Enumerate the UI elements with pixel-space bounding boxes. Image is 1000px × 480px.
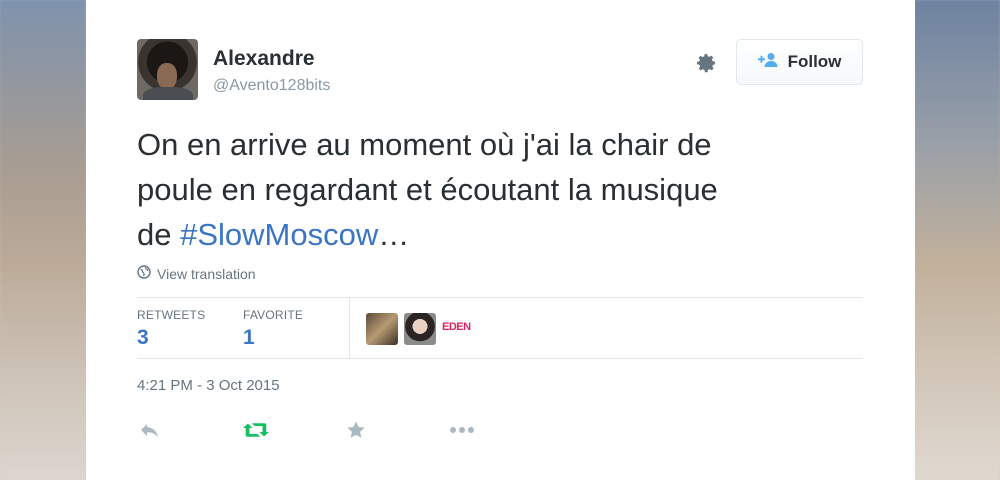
reply-icon[interactable]: [137, 418, 163, 442]
avatar[interactable]: [137, 39, 198, 100]
follow-button[interactable]: Follow: [736, 39, 863, 85]
retweets-count[interactable]: 3: [137, 326, 149, 350]
user-handle[interactable]: @Avento128bits: [213, 77, 330, 95]
favoriter-avatar-3[interactable]: EDEN: [442, 318, 474, 336]
retweet-icon[interactable]: [243, 418, 269, 442]
tweet-text: On en arrive au moment où j'ai la chair …: [137, 122, 837, 257]
favorites-label[interactable]: FAVORITE: [243, 308, 303, 322]
follow-label: Follow: [787, 52, 842, 71]
globe-icon: [137, 265, 151, 282]
timestamp[interactable]: 4:21 PM - 3 Oct 2015: [137, 377, 280, 394]
favoriter-avatar-1[interactable]: [366, 313, 398, 345]
avatar-shirt: [143, 87, 193, 100]
background-right: [914, 0, 1000, 480]
tweet-card: Alexandre @Avento128bits Follow On en ar…: [86, 0, 915, 480]
tweet-line-3: de #SlowMoscow…: [137, 212, 837, 257]
tweet-line-3-prefix: de: [137, 217, 181, 252]
tweet-line-3-suffix: …: [378, 217, 410, 252]
retweets-label[interactable]: RETWEETS: [137, 308, 205, 322]
more-icon[interactable]: [449, 418, 475, 442]
favoriter-avatar-2[interactable]: [404, 313, 436, 345]
tweet-line-2: poule en regardant et écoutant la musiqu…: [137, 172, 718, 207]
add-user-icon: [757, 52, 780, 73]
avatar-face: [157, 63, 177, 89]
view-translation-link[interactable]: View translation: [137, 265, 256, 282]
tweet-line-1: On en arrive au moment où j'ai la chair …: [137, 127, 712, 162]
stats-separator: [349, 297, 350, 358]
star-icon[interactable]: [343, 418, 369, 442]
favorites-count[interactable]: 1: [243, 326, 255, 350]
view-translation-label: View translation: [157, 265, 256, 282]
divider-top: [137, 297, 863, 298]
divider-bottom: [137, 358, 863, 359]
gear-icon[interactable]: [693, 50, 719, 76]
user-name[interactable]: Alexandre: [213, 47, 315, 71]
background-left: [0, 0, 86, 480]
hashtag-link[interactable]: #SlowMoscow: [180, 217, 378, 252]
